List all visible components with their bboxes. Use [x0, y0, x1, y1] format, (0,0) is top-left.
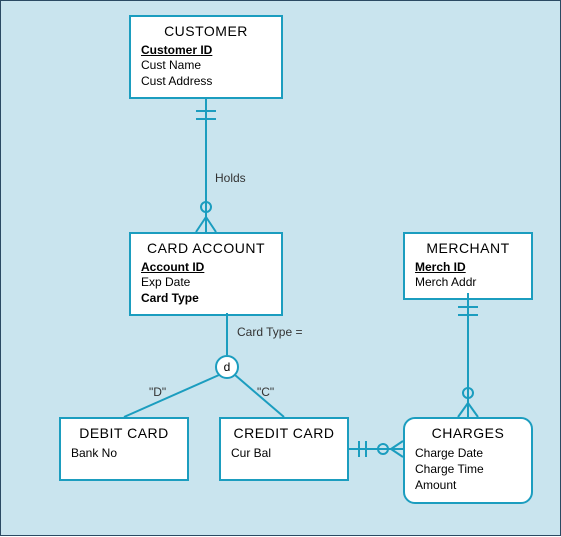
entity-key: Account ID: [141, 260, 271, 274]
subtype-label-c: "C": [257, 385, 274, 399]
discriminator-label: Card Type =: [237, 325, 302, 339]
entity-title: CARD ACCOUNT: [141, 240, 271, 256]
erd-canvas: CUSTOMER Customer ID Cust Name Cust Addr…: [0, 0, 561, 536]
entity-attr: Amount: [415, 477, 521, 493]
relationship-label-holds: Holds: [215, 171, 246, 185]
disjoint-indicator: d: [215, 355, 239, 379]
entity-attr: Charge Date: [415, 445, 521, 461]
entity-attr: Cur Bal: [231, 445, 337, 461]
entity-attr: Charge Time: [415, 461, 521, 477]
entity-title: CHARGES: [415, 425, 521, 441]
entity-attr: Bank No: [71, 445, 177, 461]
entity-card-account: CARD ACCOUNT Account ID Exp Date Card Ty…: [129, 232, 283, 316]
entity-title: DEBIT CARD: [71, 425, 177, 441]
entity-title: MERCHANT: [415, 240, 521, 256]
entity-charges: CHARGES Charge Date Charge Time Amount: [403, 417, 533, 504]
entity-attr: Exp Date: [141, 274, 271, 290]
subtype-label-d: "D": [149, 385, 166, 399]
entity-key: Merch ID: [415, 260, 521, 274]
entity-customer: CUSTOMER Customer ID Cust Name Cust Addr…: [129, 15, 283, 99]
entity-attr: Cust Address: [141, 73, 271, 89]
entity-title: CREDIT CARD: [231, 425, 337, 441]
entity-discriminator: Card Type: [141, 290, 271, 306]
entity-title: CUSTOMER: [141, 23, 271, 39]
entity-merchant: MERCHANT Merch ID Merch Addr: [403, 232, 533, 300]
entity-debit-card: DEBIT CARD Bank No: [59, 417, 189, 481]
entity-key: Customer ID: [141, 43, 271, 57]
entity-attr: Cust Name: [141, 57, 271, 73]
entity-credit-card: CREDIT CARD Cur Bal: [219, 417, 349, 481]
entity-attr: Merch Addr: [415, 274, 521, 290]
